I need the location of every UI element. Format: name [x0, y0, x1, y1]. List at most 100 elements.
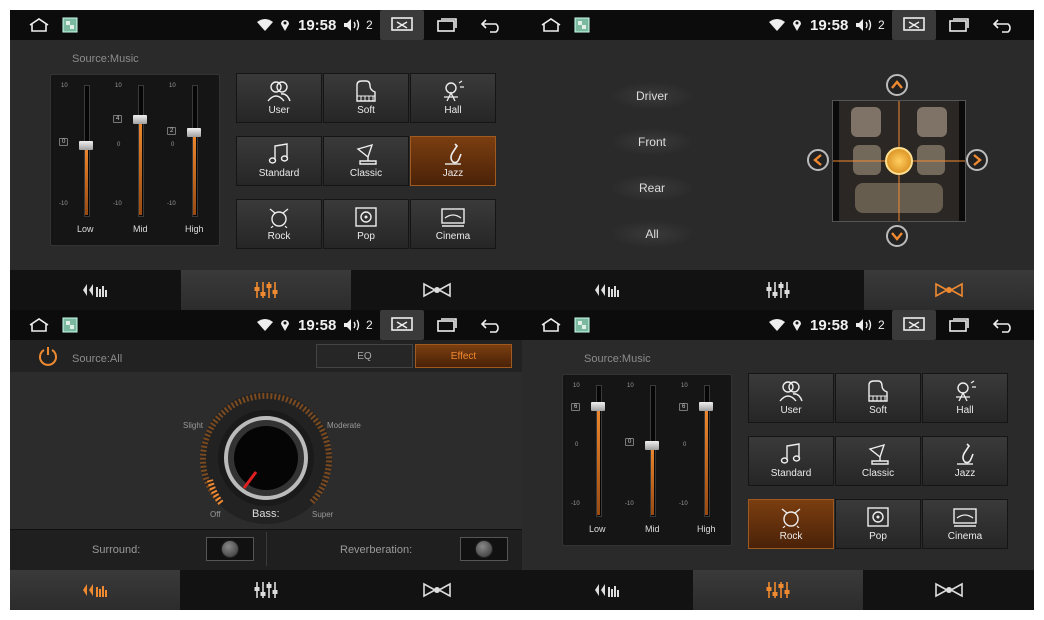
- home-icon[interactable]: [28, 10, 50, 40]
- tab-equalizer[interactable]: [693, 270, 863, 310]
- tab-balance[interactable]: [352, 270, 522, 310]
- preset-label: Classic: [861, 468, 895, 479]
- equalizer-icon: [254, 282, 278, 298]
- preset-label: Cinema: [435, 231, 471, 242]
- preset-pop[interactable]: Pop: [835, 499, 921, 549]
- tab-eq[interactable]: EQ: [316, 344, 413, 368]
- tab-sound-effect[interactable]: [10, 270, 180, 310]
- tab-sound-effect[interactable]: [522, 270, 692, 310]
- home-icon[interactable]: [540, 10, 562, 40]
- gramophone-icon: [868, 443, 889, 465]
- screen-icon[interactable]: [380, 10, 424, 40]
- home-icon[interactable]: [28, 310, 50, 340]
- preset-rock[interactable]: Rock: [236, 199, 322, 249]
- audio-panel-eq-jazz: 19:58 2 Source:Music 10 0 -10 0: [10, 10, 522, 310]
- bass-dial[interactable]: [196, 388, 336, 528]
- down-arrow-icon[interactable]: [886, 225, 908, 247]
- clock: 19:58: [810, 16, 849, 34]
- preset-label: Classic: [349, 168, 383, 179]
- preset-jazz[interactable]: Jazz: [922, 436, 1008, 486]
- recents-icon[interactable]: [434, 10, 458, 40]
- tab-effect[interactable]: Effect: [415, 344, 512, 368]
- surround-toggle[interactable]: [206, 537, 254, 561]
- clock: 19:58: [298, 316, 337, 334]
- reverberation-toggle[interactable]: [460, 537, 508, 561]
- eq-slider-high[interactable]: 10 0 -10 6 High: [679, 375, 725, 545]
- location-icon: [792, 310, 802, 340]
- tab-sound-effect[interactable]: [522, 570, 692, 610]
- speaker-icon: [867, 507, 889, 527]
- back-icon[interactable]: [480, 10, 504, 40]
- preset-standard[interactable]: Standard: [236, 136, 322, 186]
- preset-classic[interactable]: Classic: [835, 436, 921, 486]
- dial-label-moderate: Moderate: [327, 421, 361, 430]
- tab-balance[interactable]: [864, 570, 1034, 610]
- back-icon[interactable]: [992, 10, 1016, 40]
- reverberation-label: Reverberation:: [340, 544, 413, 556]
- left-arrow-icon[interactable]: [807, 149, 829, 171]
- balance-point-icon[interactable]: [885, 147, 913, 175]
- screen-icon[interactable]: [892, 310, 936, 340]
- tab-balance[interactable]: [352, 570, 522, 610]
- preset-label: Hall: [956, 405, 974, 416]
- eq-slider-high[interactable]: 10 0 -10 2 High: [167, 75, 213, 245]
- back-icon[interactable]: [992, 310, 1016, 340]
- zone-all-button[interactable]: All: [612, 221, 692, 247]
- preset-soft[interactable]: Soft: [323, 73, 409, 123]
- preset-jazz[interactable]: Jazz: [410, 136, 496, 186]
- gallery-icon[interactable]: [574, 10, 590, 40]
- preset-user[interactable]: User: [748, 373, 834, 423]
- tab-equalizer[interactable]: [693, 570, 863, 610]
- screen-icon[interactable]: [380, 310, 424, 340]
- power-icon[interactable]: [38, 346, 58, 371]
- tab-equalizer[interactable]: [181, 570, 351, 610]
- tab-balance[interactable]: [864, 270, 1034, 310]
- back-icon[interactable]: [480, 310, 504, 340]
- preset-hall[interactable]: Hall: [410, 73, 496, 123]
- preset-cinema[interactable]: Cinema: [410, 199, 496, 249]
- gallery-icon[interactable]: [574, 310, 590, 340]
- content-area: Driver Front Rear All: [522, 40, 1034, 270]
- eq-slider-low[interactable]: 10 0 -10 6 Low: [571, 375, 617, 545]
- eq-slider-box: 10 0 -10 6 Low 10 0 -10 0 Mid 10: [562, 374, 732, 546]
- gallery-icon[interactable]: [62, 10, 78, 40]
- zone-rear-button[interactable]: Rear: [612, 175, 692, 201]
- balance-icon: [935, 282, 963, 298]
- preset-cinema[interactable]: Cinema: [922, 499, 1008, 549]
- piano-icon: [868, 380, 888, 402]
- scale-min: -10: [625, 501, 634, 507]
- saxophone-icon: [957, 443, 974, 465]
- preset-pop[interactable]: Pop: [323, 199, 409, 249]
- scale-max: 10: [169, 83, 176, 89]
- preset-classic[interactable]: Classic: [323, 136, 409, 186]
- preset-rock[interactable]: Rock: [748, 499, 834, 549]
- gallery-icon[interactable]: [62, 310, 78, 340]
- cinema-icon: [953, 508, 977, 527]
- recents-icon[interactable]: [946, 10, 970, 40]
- screen-icon[interactable]: [892, 10, 936, 40]
- preset-hall[interactable]: Hall: [922, 373, 1008, 423]
- music-note-icon: [268, 143, 289, 164]
- right-arrow-icon[interactable]: [966, 149, 988, 171]
- recents-icon[interactable]: [946, 310, 970, 340]
- zone-driver-button[interactable]: Driver: [612, 83, 692, 109]
- scale-max: 10: [627, 383, 634, 389]
- eq-slider-mid[interactable]: 10 0 -10 4 Mid: [113, 75, 159, 245]
- up-arrow-icon[interactable]: [886, 74, 908, 96]
- home-icon[interactable]: [540, 310, 562, 340]
- tab-sound-effect[interactable]: [10, 570, 180, 610]
- eq-slider-mid[interactable]: 10 0 -10 0 Mid: [625, 375, 671, 545]
- preset-standard[interactable]: Standard: [748, 436, 834, 486]
- car-seat-map[interactable]: [832, 100, 966, 222]
- location-icon: [280, 10, 290, 40]
- tab-equalizer[interactable]: [181, 270, 351, 310]
- zone-front-button[interactable]: Front: [612, 129, 692, 155]
- piano-icon: [356, 80, 376, 102]
- scale-max: 10: [61, 83, 68, 89]
- balance-icon: [423, 282, 451, 298]
- recents-icon[interactable]: [434, 310, 458, 340]
- preset-user[interactable]: User: [236, 73, 322, 123]
- eq-slider-low[interactable]: 10 0 -10 0 Low: [59, 75, 105, 245]
- preset-soft[interactable]: Soft: [835, 373, 921, 423]
- slider-label: Low: [589, 524, 606, 534]
